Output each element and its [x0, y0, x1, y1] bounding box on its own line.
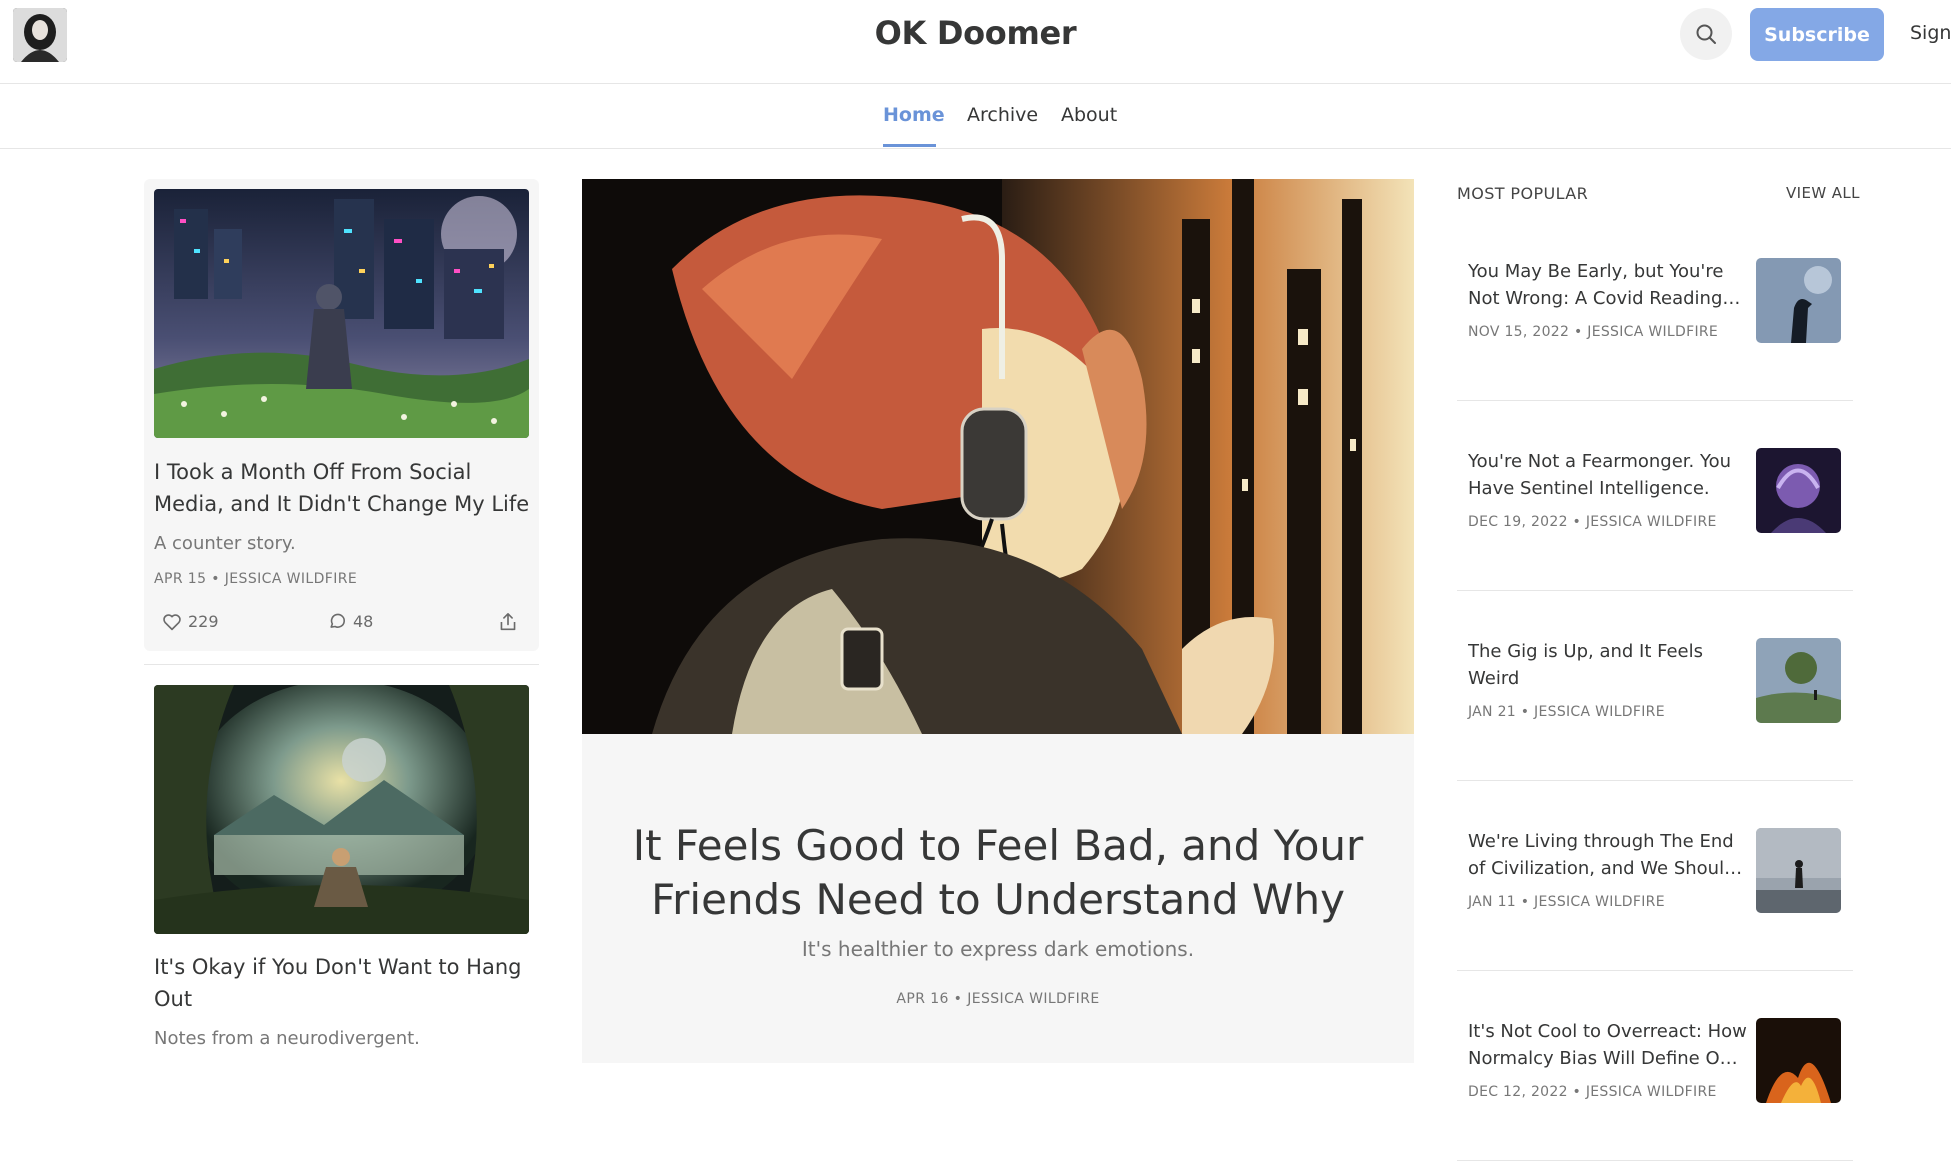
- cyber-city-illustration: [154, 189, 529, 438]
- featured-post[interactable]: It Feels Good to Feel Bad, and Your Frie…: [582, 179, 1414, 1063]
- popular-post-meta: JAN 21 • JESSICA WILDFIRE: [1468, 704, 1665, 720]
- post-subtitle: A counter story.: [154, 533, 296, 554]
- popular-post-title[interactable]: You're Not a Fearmonger. You Have Sentin…: [1468, 448, 1748, 502]
- popular-post-meta: NOV 15, 2022 • JESSICA WILDFIRE: [1468, 324, 1719, 340]
- popular-post-thumbnail[interactable]: [1756, 828, 1841, 913]
- heart-icon: [163, 613, 181, 630]
- comment-icon: [330, 613, 345, 628]
- like-button[interactable]: 229: [162, 612, 219, 631]
- sign-in-button[interactable]: Sign: [1910, 22, 1951, 44]
- comment-button[interactable]: 48: [328, 612, 373, 631]
- popular-post-thumbnail[interactable]: [1756, 1018, 1841, 1103]
- popular-post-item[interactable]: The Gig is Up, and It Feels Weird JAN 21…: [1457, 590, 1853, 781]
- popular-post-item[interactable]: You May Be Early, but You're Not Wrong: …: [1457, 210, 1853, 401]
- post-subtitle: Notes from a neurodivergent.: [154, 1028, 420, 1049]
- popular-post-item[interactable]: It's Not Cool to Overreact: How Normalcy…: [1457, 970, 1853, 1161]
- popular-post-thumbnail[interactable]: [1756, 448, 1841, 533]
- post-title[interactable]: I Took a Month Off From Social Media, an…: [154, 456, 534, 520]
- comment-count: 48: [353, 612, 374, 631]
- popular-post-thumbnail[interactable]: [1756, 638, 1841, 723]
- popular-post-meta: DEC 12, 2022 • JESSICA WILDFIRE: [1468, 1084, 1717, 1100]
- featured-cover-image[interactable]: [582, 179, 1414, 734]
- floating-island-thumbnail-image: [1756, 638, 1841, 723]
- popular-post-meta: JAN 11 • JESSICA WILDFIRE: [1468, 894, 1665, 910]
- share-icon: [500, 612, 516, 631]
- share-button[interactable]: [499, 612, 517, 632]
- popular-post-title[interactable]: It's Not Cool to Overreact: How Normalcy…: [1468, 1018, 1748, 1072]
- popular-post-thumbnail[interactable]: [1756, 258, 1841, 343]
- view-all-link[interactable]: VIEW ALL: [1786, 184, 1860, 202]
- publication-logo[interactable]: [13, 8, 67, 62]
- active-tab-indicator: [883, 144, 936, 147]
- tab-home[interactable]: Home: [883, 104, 945, 126]
- popular-post-item[interactable]: You're Not a Fearmonger. You Have Sentin…: [1457, 400, 1853, 591]
- post-meta: APR 15 • JESSICA WILDFIRE: [154, 571, 358, 587]
- like-count: 229: [188, 612, 219, 631]
- headphone-girl-illustration: [582, 179, 1414, 734]
- main-nav: Home Archive About: [0, 84, 1951, 149]
- post-card[interactable]: It's Okay if You Don't Want to Hang Out …: [144, 676, 539, 1063]
- post-cover-image[interactable]: [154, 189, 529, 438]
- snowy-figure-thumbnail-image: [1756, 828, 1841, 913]
- site-title[interactable]: OK Doomer: [875, 14, 1077, 52]
- popular-post-item[interactable]: We're Living through The End of Civiliza…: [1457, 780, 1853, 971]
- popular-post-title[interactable]: The Gig is Up, and It Feels Weird: [1468, 638, 1748, 692]
- popular-post-title[interactable]: We're Living through The End of Civiliza…: [1468, 828, 1748, 882]
- top-header: OK Doomer Subscribe Sign: [0, 0, 1951, 84]
- featured-title[interactable]: It Feels Good to Feel Bad, and Your Frie…: [612, 819, 1384, 927]
- subscribe-button[interactable]: Subscribe: [1750, 8, 1884, 61]
- tab-about[interactable]: About: [1061, 104, 1117, 126]
- post-card[interactable]: I Took a Month Off From Social Media, an…: [144, 179, 539, 651]
- logo-portrait-image: [13, 8, 67, 62]
- purple-headphones-thumbnail-image: [1756, 448, 1841, 533]
- featured-subtitle: It's healthier to express dark emotions.: [801, 937, 1195, 961]
- meditation-forest-illustration: [154, 685, 529, 934]
- search-button[interactable]: [1680, 8, 1732, 60]
- featured-meta: APR 16 • JESSICA WILDFIRE: [896, 991, 1100, 1007]
- crow-thumbnail-image: [1756, 258, 1841, 343]
- most-popular-heading: MOST POPULAR: [1457, 184, 1589, 203]
- popular-post-meta: DEC 19, 2022 • JESSICA WILDFIRE: [1468, 514, 1717, 530]
- tab-archive[interactable]: Archive: [967, 104, 1038, 126]
- popular-post-title[interactable]: You May Be Early, but You're Not Wrong: …: [1468, 258, 1748, 312]
- post-actions: 229 48: [154, 612, 529, 640]
- search-icon: [1696, 24, 1716, 44]
- post-cover-image[interactable]: [154, 685, 529, 934]
- card-divider: [144, 664, 539, 665]
- wildfire-thumbnail-image: [1756, 1018, 1841, 1103]
- post-title[interactable]: It's Okay if You Don't Want to Hang Out: [154, 951, 534, 1015]
